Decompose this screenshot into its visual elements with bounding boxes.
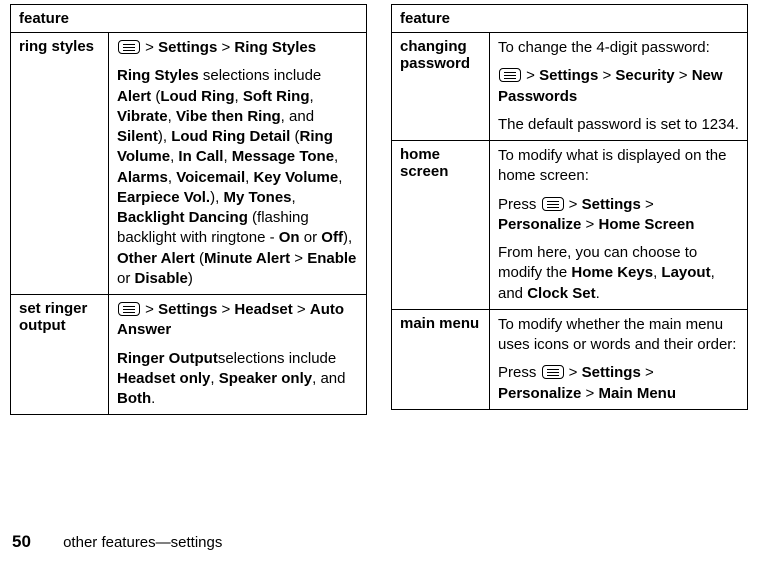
menu-key-icon <box>499 68 521 82</box>
section-title: other features—settings <box>63 534 222 551</box>
table-row: changing passwordTo change the 4-digit p… <box>392 33 748 141</box>
description-text: Ringer Outputselections include Headset … <box>117 349 358 410</box>
table-row: home screenTo modify what is displayed o… <box>392 141 748 310</box>
table-header: feature <box>392 5 748 33</box>
feature-label: changing password <box>392 33 490 141</box>
description-text: From here, you can choose to modify the … <box>498 243 739 304</box>
table-row: main menuTo modify whether the main menu… <box>392 309 748 409</box>
page-number: 50 <box>12 532 31 551</box>
table-row: ring styles > Settings > Ring Styles Ring… <box>11 33 367 295</box>
description-text: Ring Styles selections include Alert (Lo… <box>117 66 358 289</box>
feature-description: > Settings > Ring Styles Ring Styles sele… <box>109 33 367 295</box>
feature-description: To change the 4-digit password: > Settin… <box>490 33 748 141</box>
menu-key-icon <box>542 197 564 211</box>
table-header: feature <box>11 5 367 33</box>
menu-key-icon <box>118 40 140 54</box>
table-row: set ringer output > Settings > Headset >… <box>11 295 367 415</box>
feature-description: To modify what is displayed on the home … <box>490 141 748 310</box>
menu-key-icon <box>118 302 140 316</box>
left-column: feature ring styles > Settings > Ring St… <box>10 4 367 415</box>
description-text: To modify what is displayed on the home … <box>498 146 739 187</box>
menu-path: > Settings > Headset > Auto Answer <box>117 300 358 341</box>
page-footer: 50 other features—settings <box>12 532 222 552</box>
menu-key-icon <box>542 365 564 379</box>
description-text: To modify whether the main menu uses ico… <box>498 315 739 356</box>
menu-path: Press > Settings > Personalize > Home Sc… <box>498 195 739 236</box>
feature-description: To modify whether the main menu uses ico… <box>490 309 748 409</box>
feature-description: > Settings > Headset > Auto Answer Ringer… <box>109 295 367 415</box>
content-columns: feature ring styles > Settings > Ring St… <box>10 4 749 415</box>
feature-label: set ringer output <box>11 295 109 415</box>
feature-label: ring styles <box>11 33 109 295</box>
right-column: feature changing passwordTo change the 4… <box>391 4 748 415</box>
feature-label: main menu <box>392 309 490 409</box>
left-table: feature ring styles > Settings > Ring St… <box>10 4 367 415</box>
right-table: feature changing passwordTo change the 4… <box>391 4 748 410</box>
feature-label: home screen <box>392 141 490 310</box>
menu-path: > Settings > Ring Styles <box>117 38 358 58</box>
menu-path: Press > Settings > Personalize > Main Me… <box>498 363 739 404</box>
description-text: To change the 4-digit password: <box>498 38 739 58</box>
menu-path: > Settings > Security > New Passwords <box>498 66 739 107</box>
description-text: The default password is set to 1234. <box>498 115 739 135</box>
